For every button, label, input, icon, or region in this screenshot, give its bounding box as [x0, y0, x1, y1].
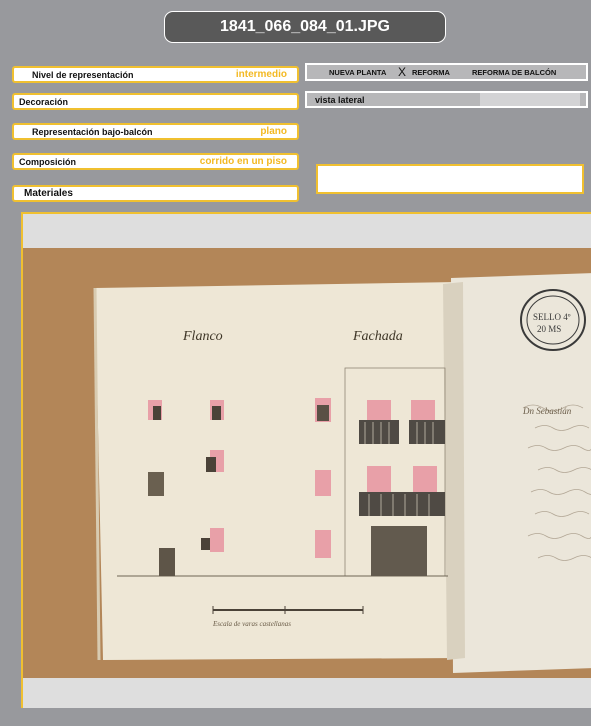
bajo-balcon-label: Representación bajo-balcón — [32, 127, 153, 137]
nivel-representacion-field[interactable]: Nivel de representación intermedio — [12, 66, 299, 83]
bajo-balcon-value: plano — [260, 126, 287, 137]
document-photo: Dn Sebastián SELLO 4º 20 MS Flanco Facha… — [23, 248, 591, 678]
composicion-field[interactable]: Composición corrido en un piso — [12, 153, 299, 170]
bajo-balcon-field[interactable]: Representación bajo-balcón plano — [12, 123, 299, 140]
materiales-label: Materiales — [24, 188, 73, 199]
composicion-label: Composición — [19, 157, 77, 167]
reform-type-box[interactable]: NUEVA PLANTA X REFORMA REFORMA DE BALCÓN — [305, 63, 588, 81]
image-viewer: Dn Sebastián SELLO 4º 20 MS Flanco Facha… — [21, 212, 591, 708]
scale-label: Escala de varas castellanas — [212, 620, 291, 628]
nivel-representacion-value: intermedio — [235, 69, 287, 80]
reforma-balcon-option[interactable]: REFORMA DE BALCÓN — [472, 68, 556, 77]
svg-text:SELLO 4º: SELLO 4º — [533, 312, 571, 322]
vista-lateral-box[interactable]: vista lateral — [305, 91, 588, 108]
fachada-heading: Fachada — [352, 329, 403, 344]
page-title: 1841_066_084_01.JPG — [164, 11, 446, 43]
materiales-field[interactable]: Materiales — [12, 185, 299, 202]
flanco-heading: Flanco — [182, 329, 223, 344]
reforma-option[interactable]: REFORMA — [412, 68, 450, 77]
vista-lateral-label: vista lateral — [315, 95, 365, 105]
document-text-fragment: Dn Sebastián — [522, 406, 572, 416]
empty-text-box[interactable] — [316, 164, 584, 194]
composicion-value: corrido en un piso — [199, 156, 287, 167]
nueva-planta-option[interactable]: NUEVA PLANTA — [329, 68, 386, 77]
selected-x-mark: X — [398, 65, 407, 79]
svg-text:20 MS: 20 MS — [537, 324, 561, 334]
vista-lateral-highlight — [480, 93, 580, 106]
decoracion-label: Decoración — [19, 97, 69, 107]
decoracion-field[interactable]: Decoración — [12, 93, 299, 110]
nivel-representacion-label: Nivel de representación — [32, 70, 134, 80]
